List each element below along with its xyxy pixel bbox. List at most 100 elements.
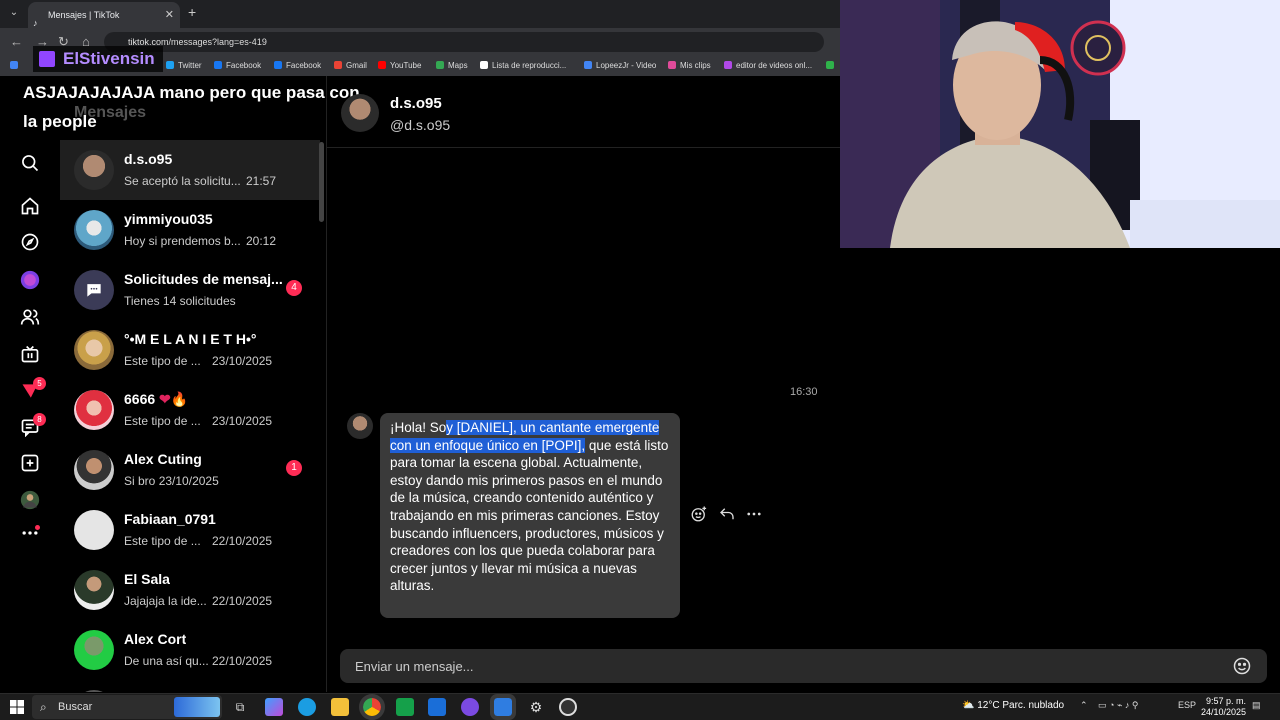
conversation-snippet: De una así qu... (124, 654, 209, 668)
avatar (74, 450, 114, 490)
windows-start-icon[interactable] (10, 700, 24, 714)
back-icon[interactable]: ← (10, 34, 23, 49)
bookmark-px-icon[interactable] (826, 61, 838, 70)
conversation-name: Solicitudes de mensaj... (124, 271, 283, 287)
conversation-snippet: Si bro 23/10/2025 (124, 474, 219, 488)
conversation-time: 22/10/2025 (212, 654, 273, 668)
task-view-icon[interactable]: ⧉ (231, 698, 249, 716)
discord-icon[interactable] (461, 698, 479, 716)
conversation-item[interactable]: Solicitudes de mensaj... Tienes 14 solic… (60, 260, 320, 320)
bookmark-facebook-1[interactable]: Facebook (214, 61, 261, 70)
obs-icon[interactable] (559, 698, 577, 716)
message-input[interactable] (340, 649, 1220, 683)
bookmark-lopeezjr[interactable]: LopeezJr - Video (584, 61, 656, 70)
apps-icon[interactable] (10, 61, 22, 70)
search-icon: ⌕ (40, 700, 47, 714)
clock[interactable]: 9:57 p. m. 24/10/2025 (1196, 696, 1246, 718)
avatar (74, 150, 114, 190)
conversation-time: 22/10/2025 (212, 594, 273, 608)
bookmark-twitter[interactable]: Twitter (166, 61, 202, 70)
copilot-icon[interactable] (265, 698, 283, 716)
clock-date: 24/10/2025 (1200, 707, 1246, 717)
conversation-name: 6666 ❤🔥 (124, 391, 189, 407)
avatar (74, 390, 114, 430)
tray-icons[interactable]: ▭ ◔ ⌁ ♪ ⚲ (1098, 700, 1138, 711)
conversation-item[interactable]: yimmiyou035 Hoy si prendemos b... 20:12 (60, 200, 320, 260)
language-indicator[interactable]: ESP (1178, 700, 1196, 710)
conversation-item[interactable]: El Sala Jajajaja la ide... 22/10/2025 (60, 560, 320, 620)
upload-icon[interactable] (19, 452, 41, 474)
browser-tabbar: ⌄ ♪ Mensajes | TikTok ✕ + (0, 0, 840, 28)
more-options-icon[interactable] (745, 505, 765, 525)
webcam-image (840, 0, 1280, 248)
avatar (74, 510, 114, 550)
bookmark-gmail[interactable]: Gmail (334, 61, 367, 70)
tab-title: Mensajes | TikTok (48, 10, 120, 20)
conversation-snippet: Jajajaja la ide... (124, 594, 207, 608)
close-tab-icon[interactable]: ✕ (165, 2, 174, 28)
following-icon[interactable] (19, 306, 41, 328)
message-text: ¡Hola! So (390, 420, 447, 435)
reply-icon[interactable] (718, 505, 738, 525)
conversation-snippet: Se aceptó la solicitu... (124, 174, 241, 188)
bookmark-mis-clips[interactable]: Mis clips (668, 61, 711, 70)
taskbar-search[interactable]: ⌕ Buscar (32, 695, 222, 719)
new-tab-icon[interactable]: + (188, 4, 196, 20)
conversation-item[interactable]: Alex Cuting Si bro 23/10/2025 1 (60, 440, 320, 500)
conversation-snippet: Este tipo de ... (124, 414, 201, 428)
conversation-scrollbar[interactable] (319, 142, 324, 222)
bookmark-facebook-2[interactable]: Facebook (274, 61, 321, 70)
file-explorer-icon[interactable] (331, 698, 349, 716)
heart-icon: ❤ (159, 391, 171, 407)
conversation-item[interactable]: Alex Cort De una así qu... 22/10/2025 (60, 620, 320, 680)
conversation-name: El Sala (124, 571, 170, 587)
message-text: que está listo para tomar la escena glob… (390, 437, 669, 594)
message-composer (340, 649, 1267, 683)
live-icon[interactable] (19, 343, 41, 365)
message-timestamp: 16:30 (790, 386, 818, 398)
app-icon[interactable] (490, 694, 516, 720)
avatar[interactable] (347, 413, 373, 439)
bookmark-playlist[interactable]: Lista de reproducci... (480, 61, 566, 70)
browser-tab[interactable]: ♪ Mensajes | TikTok ✕ (28, 2, 180, 28)
url-field[interactable]: tiktok.com/messages?lang=es-419 (104, 32, 824, 52)
fire-icon: 🔥 (170, 391, 189, 407)
edge-icon[interactable] (298, 698, 316, 716)
webcam-overlay (840, 0, 1280, 248)
avatar (74, 690, 114, 692)
user-avatar-icon[interactable] (19, 489, 41, 511)
conversation-time: 23/10/2025 (212, 414, 273, 428)
settings-icon[interactable]: ⚙ (527, 698, 545, 716)
chat-contact-name[interactable]: d.s.o95 (390, 95, 442, 112)
tab-search-icon[interactable]: ⌄ (6, 5, 22, 21)
conversation-item[interactable] (60, 680, 320, 692)
search-icon[interactable] (19, 152, 41, 174)
mail-icon[interactable] (428, 698, 446, 716)
weather-widget[interactable]: ⛅ 12°C Parc. nublado (962, 700, 1064, 711)
avatar (74, 210, 114, 250)
tray-chevron-icon[interactable]: ⌃ (1080, 700, 1088, 711)
notifications-icon[interactable]: ▤ (1252, 700, 1261, 711)
add-reaction-icon[interactable] (690, 505, 710, 525)
profile-avatar-icon[interactable] (19, 269, 41, 291)
bookmark-editor[interactable]: editor de videos onl... (724, 61, 812, 70)
conversation-item[interactable]: °•M E L A N I E T H•° Este tipo de ... 2… (60, 320, 320, 380)
conversation-name: Fabiaan_0791 (124, 511, 216, 527)
conversation-snippet: Este tipo de ... (124, 354, 201, 368)
streamer-name-label: ElStivensin (33, 46, 163, 72)
message-requests-icon (74, 270, 114, 310)
bookmark-maps[interactable]: Maps (436, 61, 468, 70)
bookmark-youtube[interactable]: YouTube (378, 61, 421, 70)
conversation-item[interactable]: d.s.o95 Se aceptó la solicitu... 21:57 (60, 140, 320, 200)
conversation-time: 20:12 (246, 234, 277, 248)
conversation-item[interactable]: 6666 ❤🔥 Este tipo de ... 23/10/2025 (60, 380, 320, 440)
emoji-icon[interactable] (1232, 656, 1252, 676)
home-nav-icon[interactable] (19, 195, 41, 217)
message-bubble[interactable]: ¡Hola! Soy [DANIEL], un cantante emergen… (380, 413, 680, 618)
conversation-item[interactable]: Fabiaan_0791 Este tipo de ... 22/10/2025 (60, 500, 320, 560)
avatar[interactable] (341, 94, 379, 132)
store-icon[interactable] (396, 698, 414, 716)
explore-icon[interactable] (19, 231, 41, 253)
conversation-name: yimmiyou035 (124, 211, 213, 227)
chrome-icon[interactable] (359, 694, 385, 720)
